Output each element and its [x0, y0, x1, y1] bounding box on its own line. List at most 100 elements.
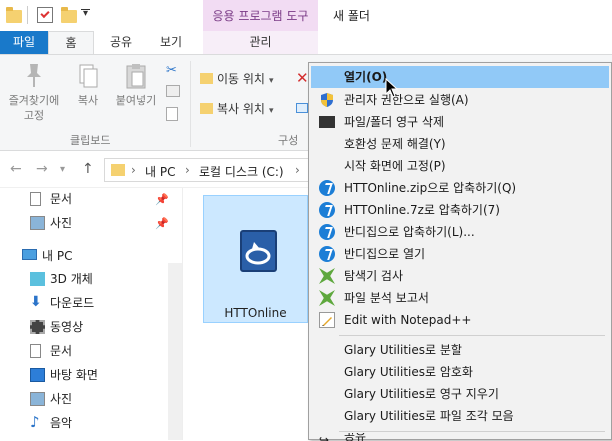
address-bar[interactable]: › 내 PC › 로컬 디스크 (C:) ›	[104, 158, 334, 182]
breadcrumb-separator-icon[interactable]: ›	[295, 163, 300, 177]
document-icon	[30, 192, 41, 206]
menu-item-glary-wipe[interactable]: Glary Utilities로 영구 지우기	[311, 383, 609, 405]
copy-to-button[interactable]: 복사 위치 ▾	[200, 99, 274, 119]
context-menu: 열기(O) 관리자 권한으로 실행(A) 파일/폴더 영구 삭제 호환성 문제 …	[308, 62, 612, 441]
sidebar-item-documents[interactable]: 문서	[30, 188, 72, 210]
pictures-icon	[30, 216, 45, 230]
tab-view[interactable]: 보기	[148, 31, 194, 54]
sidebar-scrollbar[interactable]	[168, 263, 182, 440]
move-to-icon	[200, 73, 213, 84]
sidebar-item-desktop[interactable]: 바탕 화면	[30, 364, 98, 386]
menu-item-troubleshoot-compat[interactable]: 호환성 문제 해결(Y)	[311, 133, 609, 155]
sidebar-item-videos[interactable]: 동영상	[30, 316, 84, 338]
back-arrow-icon[interactable]: ←	[10, 161, 22, 177]
menu-item-open-bandizip[interactable]: 반디집으로 열기	[311, 243, 609, 265]
menu-item-run-as-admin[interactable]: 관리자 권한으로 실행(A)	[311, 89, 609, 111]
menu-item-glary-split[interactable]: Glary Utilities로 분할	[311, 339, 609, 361]
folder-icon	[111, 164, 125, 176]
folder-icon	[6, 7, 22, 23]
breadcrumb-separator-icon[interactable]: ›	[185, 163, 190, 177]
pictures-icon	[30, 392, 45, 406]
breadcrumb-this-pc[interactable]: 내 PC	[145, 163, 175, 180]
move-to-button[interactable]: 이동 위치 ▾	[200, 69, 274, 89]
menu-item-glary-encrypt[interactable]: Glary Utilities로 암호화	[311, 361, 609, 383]
menu-item-label: 시작 화면에 고정(P)	[344, 159, 446, 173]
chevron-down-icon: ▾	[268, 106, 274, 116]
delete-icon[interactable]: ✕	[296, 69, 309, 87]
tab-home[interactable]: 홈	[48, 31, 94, 55]
copy-path-icon[interactable]	[166, 85, 180, 97]
tab-file[interactable]: 파일	[0, 31, 48, 54]
paste-shortcut-icon[interactable]	[166, 107, 178, 121]
clipboard-group-label: 클립보드	[70, 134, 111, 147]
context-tab-header: 응용 프로그램 도구	[203, 0, 318, 31]
pin-icon	[21, 61, 47, 91]
sidebar-item-pictures-pc[interactable]: 사진	[30, 388, 72, 410]
bandizip-icon	[319, 180, 335, 196]
download-icon: ⬇	[30, 294, 42, 310]
menu-item-label: 반디집으로 열기	[344, 247, 426, 261]
breadcrumb-local-disk[interactable]: 로컬 디스크 (C:)	[199, 163, 284, 180]
sidebar-item-label: 3D 개체	[50, 272, 93, 286]
menu-item-label: Glary Utilities로 암호화	[344, 365, 473, 379]
sidebar-item-label: 동영상	[50, 320, 84, 334]
menu-item-label: 탐색기 검사	[344, 269, 404, 283]
video-icon	[30, 320, 45, 334]
tab-manage[interactable]: 관리	[203, 31, 318, 54]
up-arrow-icon[interactable]: ↑	[82, 161, 94, 177]
menu-separator	[339, 431, 605, 432]
sidebar-item-label: 음악	[50, 416, 73, 430]
new-folder-icon[interactable]	[61, 7, 77, 23]
forward-arrow-icon[interactable]: →	[36, 161, 48, 177]
mouse-cursor-icon	[385, 77, 399, 101]
menu-item-label: 파일 분석 보고서	[344, 291, 429, 305]
breadcrumb-separator-icon[interactable]: ›	[131, 163, 136, 177]
menu-item-label: Glary Utilities로 분할	[344, 343, 462, 357]
organize-group-label: 구성	[278, 134, 299, 147]
menu-item-label: Glary Utilities로 영구 지우기	[344, 387, 499, 401]
menu-item-label: 반디집으로 압축하기(L)...	[344, 225, 475, 239]
menu-separator	[339, 335, 605, 336]
menu-item-pin-to-start[interactable]: 시작 화면에 고정(P)	[311, 155, 609, 177]
menu-item-label: 관리자 권한으로 실행(A)	[344, 93, 469, 107]
menu-item-compress-zip[interactable]: HTTOnline.zip으로 압축하기(Q)	[311, 177, 609, 199]
3d-objects-icon	[30, 272, 45, 286]
rename-icon[interactable]	[296, 103, 308, 113]
menu-item-label: HTTOnline.7z로 압축하기(7)	[344, 203, 500, 217]
sidebar-item-3d-objects[interactable]: 3D 개체	[30, 268, 93, 290]
sidebar-item-this-pc[interactable]: 내 PC	[22, 245, 72, 267]
uac-shield-icon	[319, 92, 335, 108]
cut-icon[interactable]: ✂	[166, 63, 177, 78]
app-file-icon	[240, 230, 277, 272]
properties-icon[interactable]	[37, 7, 53, 23]
menu-item-label: Glary Utilities로 파일 조각 모음	[344, 409, 514, 423]
navigation-pane: 문서 📌 사진 📌 내 PC 3D 개체 ⬇ 다운로드 동영상 문서 바탕 화면…	[0, 188, 183, 440]
menu-item-open[interactable]: 열기(O)	[311, 66, 609, 88]
ribbon-tabs: 파일 홈 공유 보기 관리	[0, 31, 612, 55]
menu-item-edit-notepadpp[interactable]: Edit with Notepad++	[311, 309, 609, 331]
recent-locations-icon[interactable]: ▾	[60, 164, 65, 175]
sidebar-item-label: 다운로드	[50, 296, 95, 310]
copy-to-label: 복사 위치	[217, 102, 265, 116]
menu-item-explorer-scan[interactable]: 탐색기 검사	[311, 265, 609, 287]
copy-button[interactable]: 복사	[70, 61, 106, 108]
sidebar-item-music[interactable]: ♪ 음악	[30, 412, 73, 434]
tab-share[interactable]: 공유	[98, 31, 144, 54]
pin-label-line2: 고정	[23, 109, 45, 122]
menu-item-glary-defrag[interactable]: Glary Utilities로 파일 조각 모음	[311, 405, 609, 427]
sidebar-item-downloads[interactable]: ⬇ 다운로드	[30, 292, 95, 314]
music-icon: ♪	[30, 413, 40, 431]
sidebar-item-pictures[interactable]: 사진	[30, 212, 72, 234]
paste-button[interactable]: 붙여넣기	[108, 61, 164, 108]
file-name-label: HTTOnline	[224, 306, 287, 320]
menu-item-compress-bandizip[interactable]: 반디집으로 압축하기(L)...	[311, 221, 609, 243]
sidebar-item-documents-pc[interactable]: 문서	[30, 340, 72, 362]
pin-to-quick-access-button[interactable]: 즐겨찾기에 고정	[2, 61, 66, 123]
menu-item-permanent-delete[interactable]: 파일/폴더 영구 삭제	[311, 111, 609, 133]
pinned-icon: 📌	[155, 217, 169, 230]
move-to-label: 이동 위치	[217, 72, 265, 86]
bandizip-icon	[319, 246, 335, 262]
menu-item-file-analysis-report[interactable]: 파일 분석 보고서	[311, 287, 609, 309]
pin-label-line1: 즐겨찾기에	[8, 94, 60, 107]
menu-item-compress-7z[interactable]: HTTOnline.7z로 압축하기(7)	[311, 199, 609, 221]
